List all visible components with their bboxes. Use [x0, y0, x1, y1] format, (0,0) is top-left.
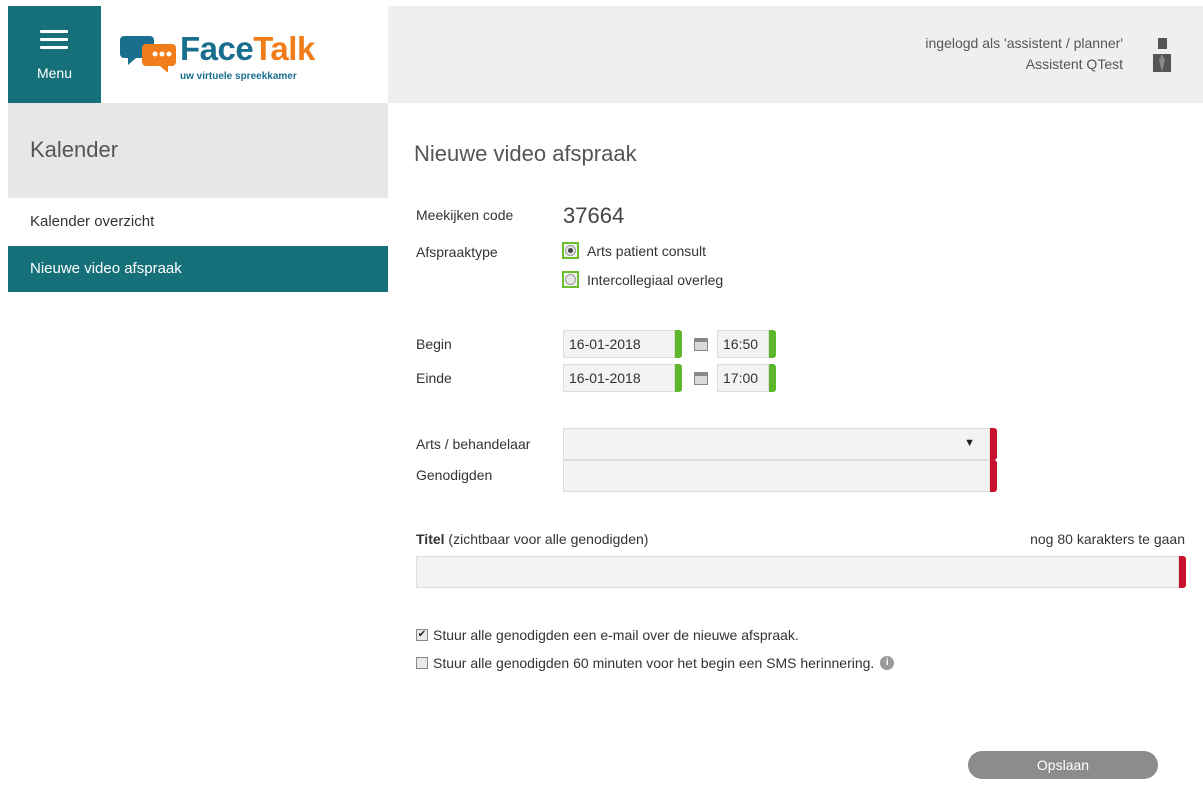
email-checkbox[interactable]: ✔ [416, 629, 428, 641]
menu-button[interactable]: Menu [8, 6, 101, 103]
einde-date-valid-indicator [675, 364, 682, 392]
user-info: ingelogd als 'assistent / planner' Assis… [925, 33, 1123, 75]
radio-label: Arts patient consult [587, 242, 707, 259]
einde-time-valid-indicator [769, 364, 776, 392]
logged-in-role: ingelogd als 'assistent / planner' [925, 35, 1123, 51]
main-form: Nieuwe video afspraak Meekijken code 376… [388, 103, 1203, 792]
einde-label: Einde [416, 370, 452, 386]
genodigden-required-indicator [990, 460, 997, 492]
begin-time-valid-indicator [769, 330, 776, 358]
titel-character-counter: nog 80 karakters te gaan [1030, 531, 1185, 547]
genodigden-label: Genodigden [416, 467, 493, 483]
menu-label: Menu [36, 65, 73, 81]
radio-arts-patient-consult[interactable]: Arts patient consult [562, 242, 706, 259]
titel-required-indicator [1179, 556, 1186, 588]
checkbox-row-sms[interactable]: Stuur alle genodigden 60 minuten voor he… [416, 655, 895, 671]
sidebar-item-kalender-overzicht[interactable]: Kalender overzicht [8, 199, 388, 245]
facetalk-logo[interactable]: FaceTalk uw virtuele spreekkamer [120, 28, 340, 88]
titel-label: Titel (zichtbaar voor alle genodigden) [416, 531, 648, 547]
email-checkbox-label: Stuur alle genodigden een e-mail over de… [433, 627, 799, 643]
sidebar-title: Kalender [30, 137, 119, 162]
info-icon[interactable]: i [880, 656, 895, 670]
page-title: Nieuwe video afspraak [414, 141, 637, 166]
logo-face: Face [180, 30, 254, 67]
checkbox-row-email[interactable]: ✔ Stuur alle genodigden een e-mail over … [416, 627, 799, 643]
titel-label-bold: Titel [416, 531, 445, 547]
logo-tagline: uw virtuele spreekkamer [180, 71, 297, 82]
sms-checkbox-label: Stuur alle genodigden 60 minuten voor he… [433, 655, 875, 671]
arts-behandelaar-label: Arts / behandelaar [416, 436, 531, 452]
afspraaktype-label: Afspraaktype [416, 244, 498, 260]
radio-button[interactable] [562, 271, 579, 288]
user-bar: ingelogd als 'assistent / planner' Assis… [388, 6, 1203, 103]
sms-checkbox[interactable] [416, 657, 428, 669]
einde-date-input[interactable]: 16-01-2018 [563, 364, 675, 392]
hamburger-icon [40, 30, 68, 50]
titel-input[interactable] [416, 556, 1179, 588]
logo-wordmark: FaceTalk [180, 30, 315, 68]
begin-label: Begin [416, 336, 452, 352]
sidebar-item-nieuwe-video-afspraak[interactable]: Nieuwe video afspraak [8, 246, 388, 292]
arts-required-indicator [990, 428, 997, 460]
radio-label: Intercollegiaal overleg [587, 271, 724, 288]
genodigden-input[interactable] [563, 460, 990, 492]
calendar-icon[interactable] [694, 338, 708, 351]
chat-bubbles-icon [120, 36, 176, 72]
radio-intercollegiaal-overleg[interactable]: Intercollegiaal overleg [562, 271, 723, 288]
logo-talk: Talk [253, 30, 315, 67]
save-button[interactable]: Opslaan [968, 751, 1158, 779]
radio-button[interactable] [562, 242, 579, 259]
dropdown-arrow-icon: ▼ [964, 437, 975, 449]
logo-bar: Menu FaceTalk uw virtuele spreekkamer [8, 6, 388, 103]
begin-date-valid-indicator [675, 330, 682, 358]
user-name: Assistent QTest [1025, 56, 1123, 72]
titel-label-hint: (zichtbaar voor alle genodigden) [444, 531, 649, 547]
user-avatar-icon[interactable] [1151, 36, 1173, 74]
left-column: Menu FaceTalk uw virtuele spreekkamer Ka… [8, 6, 388, 792]
begin-time-input[interactable]: 16:50 [717, 330, 769, 358]
einde-time-input[interactable]: 17:00 [717, 364, 769, 392]
meekijken-code-label: Meekijken code [416, 207, 514, 223]
calendar-icon[interactable] [694, 372, 708, 385]
arts-behandelaar-select[interactable]: ▼ [563, 428, 990, 460]
begin-date-input[interactable]: 16-01-2018 [563, 330, 675, 358]
meekijken-code-value: 37664 [563, 203, 625, 228]
sidebar-header: Kalender [8, 103, 388, 198]
